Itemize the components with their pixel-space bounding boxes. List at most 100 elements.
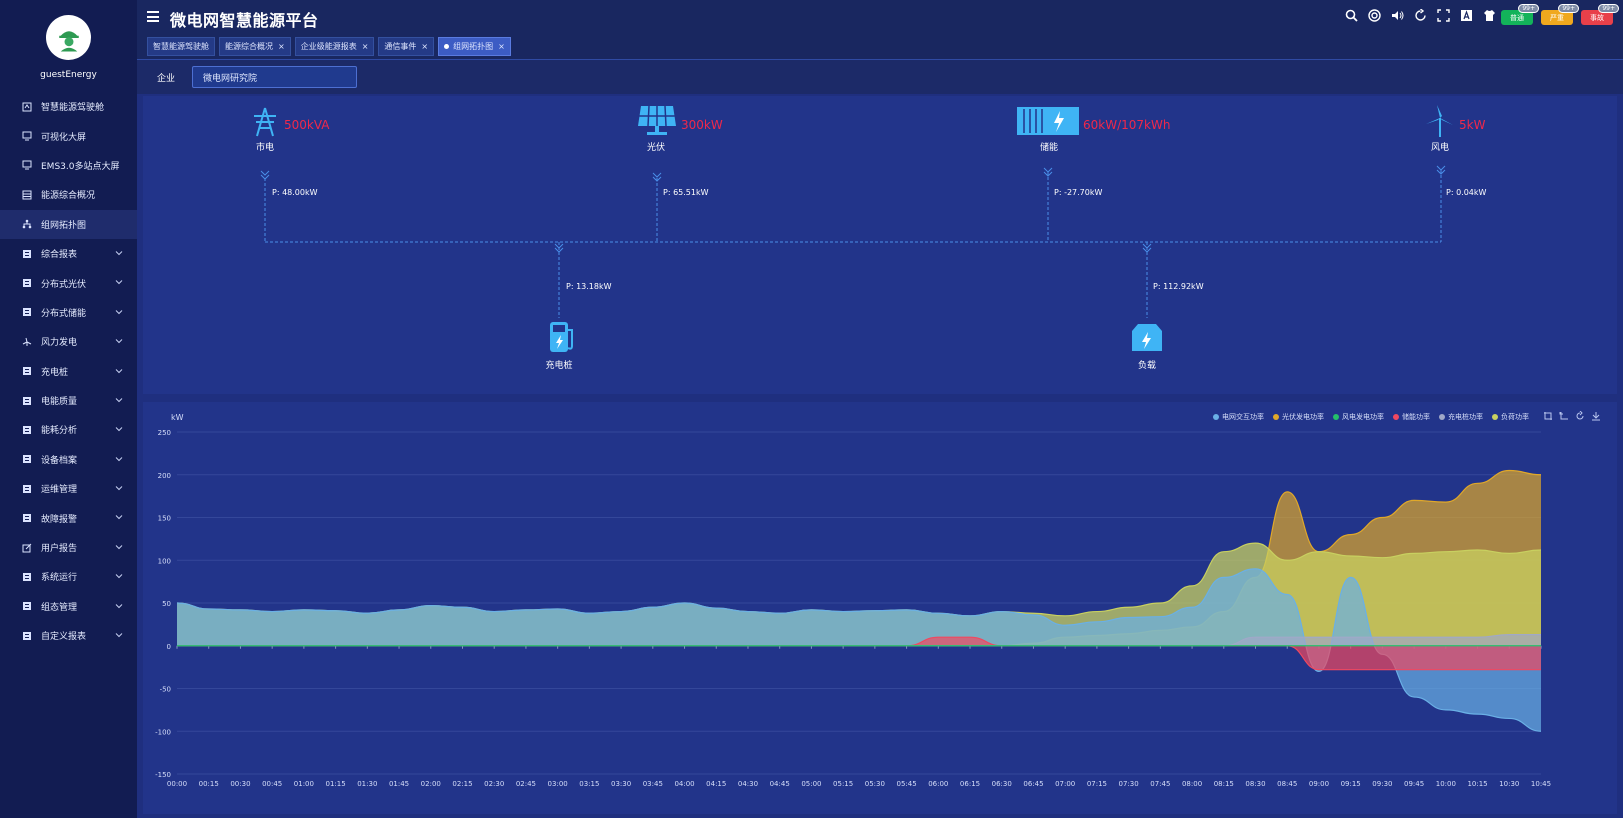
sidebar-item-label: 能耗分析: [41, 426, 78, 437]
y-tick-label: 50: [162, 600, 171, 608]
wind-turbine-icon: [1426, 105, 1453, 137]
top-header: 微电网智慧能源平台 智慧能源驾驶舱 能源综合概况 × 企业级能源报表 × 通信事件 × 组网拓…: [137, 0, 1623, 60]
chevron-down-icon: [115, 425, 123, 433]
x-tick-label: 06:00: [928, 780, 948, 788]
sidebar-item-9[interactable]: 充电桩: [0, 357, 137, 386]
alarm-icon: [22, 513, 32, 523]
chevron-down-icon: [115, 308, 123, 316]
sidebar-item-7[interactable]: 分布式储能: [0, 298, 137, 327]
chevron-down-icon: [115, 513, 123, 521]
chevron-down-icon: [115, 249, 123, 257]
tab-bar: 智慧能源驾驶舱 能源综合概况 × 企业级能源报表 × 通信事件 × 组网拓扑图 ×: [147, 37, 511, 56]
chevron-down-icon: [115, 543, 123, 551]
enterprise-label: 企业: [157, 74, 176, 84]
battery-container-icon: [1017, 107, 1079, 135]
shirt-icon[interactable]: [1483, 9, 1496, 22]
sidebar-item-4[interactable]: 组网拓扑图: [0, 209, 137, 239]
refresh-icon[interactable]: [1414, 9, 1427, 22]
alarm-badge-0[interactable]: 普通 99+: [1501, 4, 1539, 25]
storage-label: 储能: [1039, 143, 1058, 153]
solar-panel-icon: [638, 105, 676, 135]
grid-icon: [22, 190, 32, 200]
sidebar-item-2[interactable]: EMS3.0多站点大屏: [0, 151, 137, 180]
x-tick-label: 06:30: [992, 780, 1012, 788]
close-icon[interactable]: ×: [278, 42, 285, 51]
alarm-badge-2[interactable]: 事故 99+: [1581, 4, 1619, 25]
sidebar-item-10[interactable]: 电能质量: [0, 386, 137, 415]
storage-icon: [22, 307, 32, 317]
sidebar-item-13[interactable]: 运维管理: [0, 474, 137, 503]
enterprise-select[interactable]: [192, 66, 357, 88]
close-icon[interactable]: ×: [362, 42, 369, 51]
font-icon[interactable]: [1460, 9, 1473, 22]
sidebar-item-16[interactable]: 系统运行: [0, 562, 137, 591]
sidebar-item-label: 运维管理: [41, 485, 78, 496]
search-icon[interactable]: [1345, 9, 1358, 22]
x-tick-label: 02:30: [484, 780, 504, 788]
x-tick-label: 08:45: [1277, 780, 1297, 788]
x-tick-label: 02:00: [421, 780, 441, 788]
sidebar-item-label: 充电桩: [41, 367, 69, 378]
alarm-badge-label: 普通: [1510, 13, 1524, 22]
load-icon: [1132, 324, 1162, 351]
volume-icon[interactable]: [1391, 9, 1404, 22]
tab-label: 智慧能源驾驶舱: [153, 42, 209, 51]
sidebar-item-8[interactable]: 风力发电: [0, 327, 137, 356]
x-tick-label: 10:00: [1436, 780, 1456, 788]
storage-power: P: -27.70kW: [1054, 188, 1103, 197]
sidebar-item-0[interactable]: 智慧能源驾驶舱: [0, 92, 137, 121]
x-tick-label: 02:45: [516, 780, 536, 788]
x-tick-label: 01:30: [357, 780, 377, 788]
avatar[interactable]: [46, 15, 91, 60]
sidebar-item-1[interactable]: 可视化大屏: [0, 121, 137, 150]
x-tick-label: 10:30: [1499, 780, 1519, 788]
x-tick-label: 09:30: [1372, 780, 1392, 788]
sidebar-item-14[interactable]: 故障报警: [0, 503, 137, 532]
tab-2[interactable]: 企业级能源报表 ×: [294, 37, 375, 56]
tab-1[interactable]: 能源综合概况 ×: [219, 37, 291, 56]
tab-0[interactable]: 智慧能源驾驶舱: [147, 37, 215, 56]
tab-4[interactable]: 组网拓扑图 ×: [438, 37, 511, 56]
target-icon[interactable]: [1368, 9, 1381, 22]
x-tick-label: 09:00: [1309, 780, 1329, 788]
x-tick-label: 01:45: [389, 780, 409, 788]
tab-3[interactable]: 通信事件 ×: [378, 37, 435, 56]
power-chart-panel: 电网交互功率 光伏发电功率 风电发电功率 储能功率 充电桩功率 负荷功率 kW -150 -1…: [143, 402, 1617, 814]
x-tick-label: 05:15: [833, 780, 853, 788]
x-tick-label: 00:45: [262, 780, 282, 788]
alarm-badge-1[interactable]: 严重 99+: [1541, 4, 1579, 25]
grid-label: 市电: [255, 143, 274, 153]
topology-icon: [22, 219, 32, 229]
header-tools: [1345, 9, 1496, 22]
app-title: 微电网智慧能源平台: [170, 11, 319, 30]
sidebar-item-label: 智慧能源驾驶舱: [41, 103, 105, 114]
x-tick-label: 00:30: [230, 780, 250, 788]
sidebar-item-5[interactable]: 综合报表: [0, 239, 137, 268]
sidebar-item-15[interactable]: 用户报告: [0, 533, 137, 562]
sidebar-item-label: 系统运行: [41, 573, 78, 584]
sidebar-item-17[interactable]: 组态管理: [0, 592, 137, 621]
monitor-icon: [22, 160, 32, 170]
sidebar-item-18[interactable]: 自定义报表: [0, 621, 137, 650]
x-tick-label: 05:00: [801, 780, 821, 788]
y-axis-unit: kW: [171, 413, 184, 422]
close-icon[interactable]: ×: [498, 42, 505, 51]
power-chart: kW -150 -100 -50 0 50 100 150 200 250 00:00 00:15 00…: [155, 413, 1551, 788]
sidebar-item-3[interactable]: 能源综合概况: [0, 180, 137, 209]
x-tick-label: 04:15: [706, 780, 726, 788]
sidebar-item-label: 设备档案: [41, 455, 78, 466]
sidebar-item-label: 综合报表: [41, 250, 78, 261]
filter-bar: 企业: [137, 60, 1623, 94]
sidebar-item-11[interactable]: 能耗分析: [0, 415, 137, 444]
y-tick-label: -150: [155, 771, 171, 779]
alarm-count: 99+: [1518, 4, 1539, 13]
sidebar-item-12[interactable]: 设备档案: [0, 445, 137, 474]
close-icon[interactable]: ×: [421, 42, 428, 51]
x-tick-label: 02:15: [452, 780, 472, 788]
chevron-down-icon: [115, 455, 123, 463]
x-tick-label: 03:45: [643, 780, 663, 788]
sidebar: guestEnergy 智慧能源驾驶舱 可视化大屏 EMS3.0多站点大屏 能源综合概…: [0, 0, 137, 818]
hamburger-icon[interactable]: [147, 11, 159, 22]
sidebar-item-6[interactable]: 分布式光伏: [0, 268, 137, 297]
fullscreen-icon[interactable]: [1437, 9, 1450, 22]
